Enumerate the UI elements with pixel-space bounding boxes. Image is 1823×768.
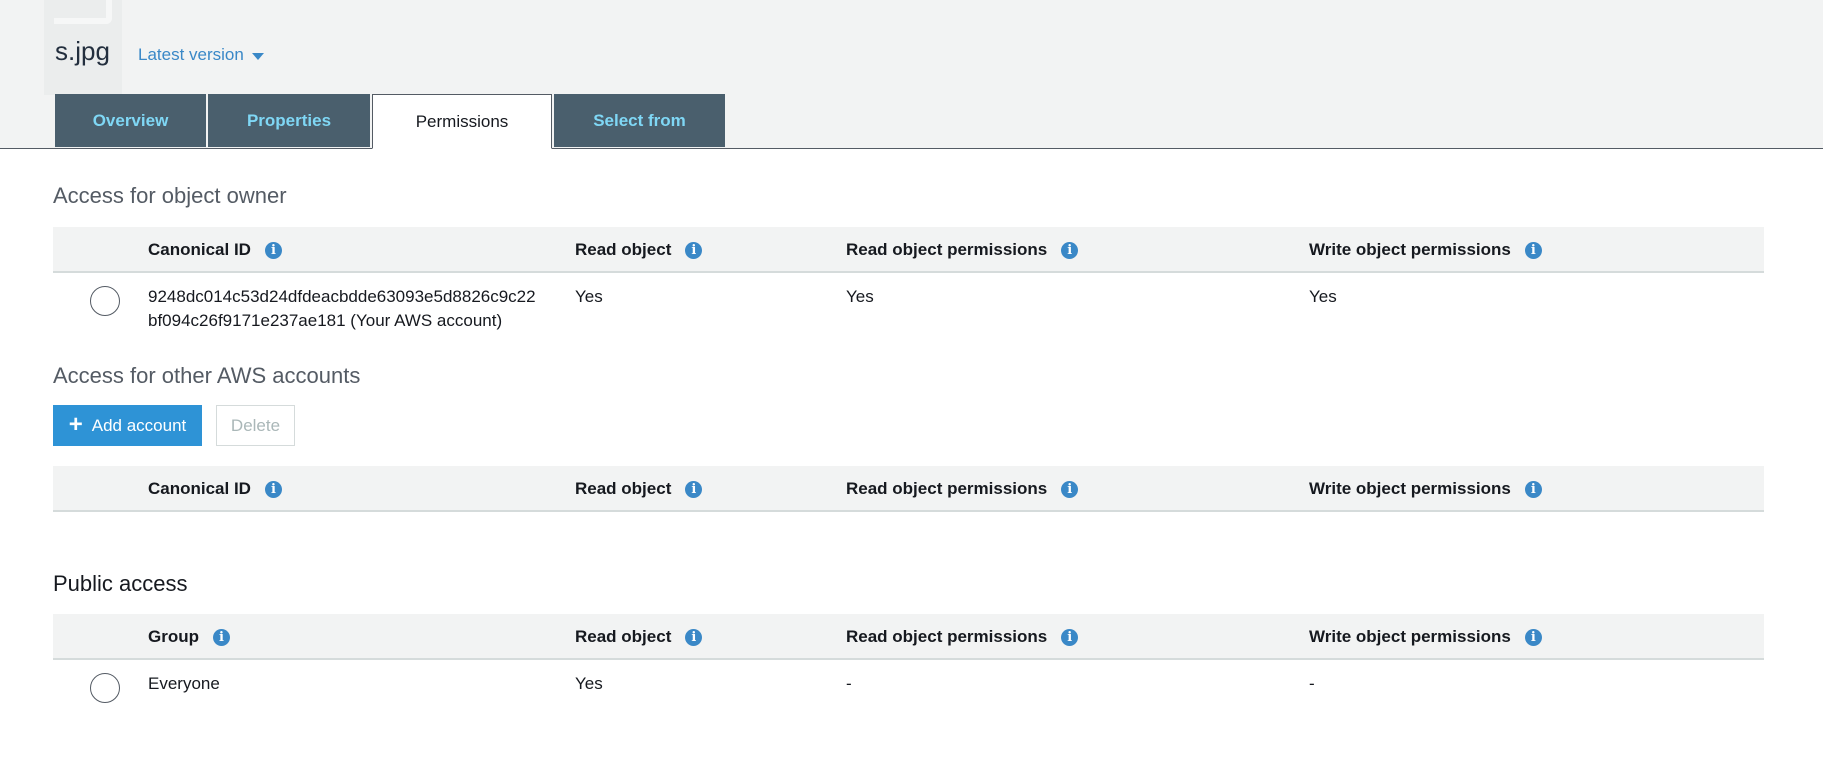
info-icon[interactable]: i	[264, 480, 282, 498]
info-icon[interactable]: i	[685, 628, 703, 646]
info-icon[interactable]: i	[1524, 480, 1542, 498]
public-access-section-title: Public access	[53, 571, 188, 596]
column-header-canonical-id: Canonical ID i	[148, 227, 282, 273]
plus-icon: +	[68, 410, 83, 438]
row-radio-button[interactable]	[90, 673, 120, 703]
column-header-group: Group i	[148, 614, 230, 660]
info-icon[interactable]: i	[1524, 241, 1542, 259]
read-permissions-cell: Yes	[846, 287, 874, 306]
column-header-write-permissions: Write object permissions i	[1309, 614, 1542, 660]
write-permissions-cell: Yes	[1309, 287, 1337, 306]
info-icon[interactable]: i	[1061, 241, 1079, 259]
column-header-read-permissions: Read object permissions i	[846, 227, 1079, 273]
read-permissions-cell: -	[846, 674, 852, 693]
tab-bar: Overview Properties Permissions Select f…	[55, 94, 727, 149]
column-header-read-object: Read object i	[575, 227, 703, 273]
public-access-table-header: Group i Read object i Read object permissi…	[53, 614, 1764, 660]
other-accounts-table-header: Canonical ID i Read object i Read object p…	[53, 466, 1764, 512]
add-account-button[interactable]: + Add account	[53, 405, 202, 446]
info-icon[interactable]: i	[213, 628, 230, 646]
column-header-read-object: Read object i	[575, 466, 703, 512]
owner-table: Canonical ID i Read object i Read object p…	[53, 227, 1764, 345]
other-accounts-table: Canonical ID i Read object i Read object p…	[53, 466, 1764, 512]
info-icon[interactable]: i	[1061, 480, 1079, 498]
tab-overview[interactable]: Overview	[55, 94, 206, 147]
object-header: s.jpg Latest version Overview Properties…	[0, 0, 1823, 149]
info-icon[interactable]: i	[1524, 628, 1542, 646]
column-header-write-permissions: Write object permissions i	[1309, 466, 1542, 512]
write-permissions-cell: -	[1309, 674, 1315, 693]
group-cell: Everyone	[148, 674, 220, 693]
column-header-write-permissions: Write object permissions i	[1309, 227, 1542, 273]
column-header-read-object: Read object i	[575, 614, 703, 660]
canonical-id-cell: 9248dc014c53d24dfdeacbdde63093e5d8826c9c…	[148, 287, 536, 330]
caret-down-icon	[251, 53, 264, 60]
info-icon[interactable]: i	[685, 241, 703, 259]
column-header-read-permissions: Read object permissions i	[846, 614, 1079, 660]
other-accounts-section-title: Access for other AWS accounts	[53, 363, 361, 388]
table-row: Everyone Yes - -	[53, 660, 1764, 732]
info-icon[interactable]: i	[1061, 628, 1079, 646]
delete-button[interactable]: Delete	[216, 405, 295, 446]
owner-section-title: Access for object owner	[53, 183, 287, 208]
public-access-table: Group i Read object i Read object permissi…	[53, 614, 1764, 732]
tab-select-from[interactable]: Select from	[554, 94, 725, 147]
info-icon[interactable]: i	[264, 241, 282, 259]
info-icon[interactable]: i	[685, 480, 703, 498]
row-radio-button[interactable]	[90, 286, 120, 316]
version-dropdown[interactable]: Latest version	[138, 45, 264, 65]
read-object-cell: Yes	[575, 287, 603, 306]
read-object-cell: Yes	[575, 674, 603, 693]
tab-permissions[interactable]: Permissions	[372, 94, 552, 149]
version-label: Latest version	[138, 45, 244, 64]
tab-properties[interactable]: Properties	[208, 94, 370, 147]
column-header-canonical-id: Canonical ID i	[148, 466, 282, 512]
table-row: 9248dc014c53d24dfdeacbdde63093e5d8826c9c…	[53, 273, 1764, 345]
column-header-read-permissions: Read object permissions i	[846, 466, 1079, 512]
file-name-title: s.jpg	[55, 36, 110, 66]
owner-table-header: Canonical ID i Read object i Read object p…	[53, 227, 1764, 273]
